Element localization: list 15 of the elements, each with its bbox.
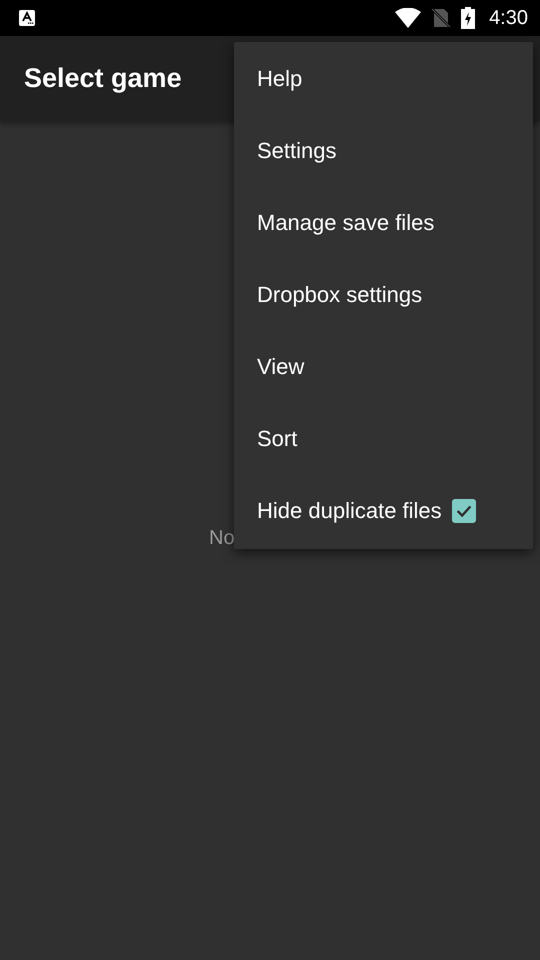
- no-sim-icon: [431, 8, 452, 28]
- app-bar-title: Select game: [24, 63, 182, 94]
- menu-item[interactable]: View: [234, 331, 533, 403]
- battery-charging-icon: [461, 7, 476, 29]
- status-time: 4:30: [489, 6, 528, 30]
- checkbox[interactable]: [452, 499, 476, 523]
- empty-message: No: [209, 527, 235, 550]
- menu-item[interactable]: Settings: [234, 115, 533, 187]
- menu-item[interactable]: Manage save files: [234, 187, 533, 259]
- menu-item[interactable]: Dropbox settings: [234, 259, 533, 331]
- keyboard-notification-icon: [19, 10, 35, 26]
- menu-item[interactable]: Sort: [234, 403, 533, 475]
- wifi-icon: [395, 8, 422, 28]
- menu-item[interactable]: Help: [234, 43, 533, 115]
- menu-item[interactable]: Hide duplicate files: [234, 475, 533, 547]
